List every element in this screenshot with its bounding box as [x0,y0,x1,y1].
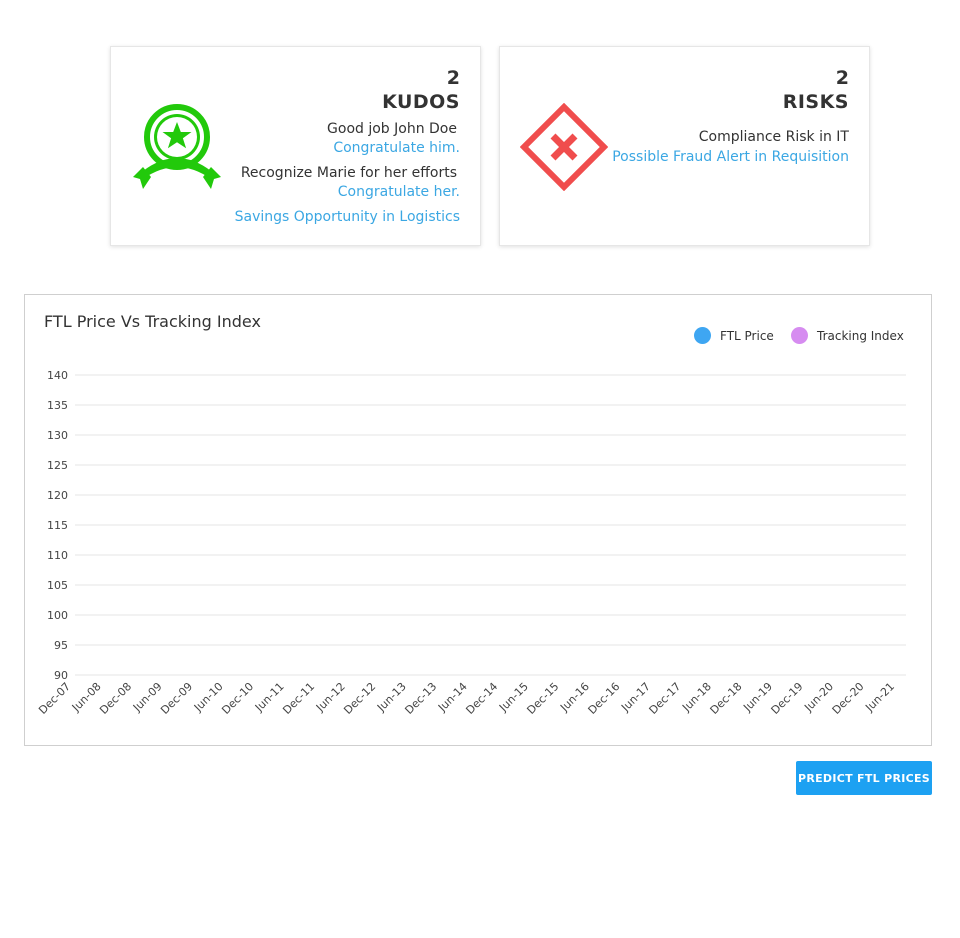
kudos-card: 2 KUDOS Good job John Doe Congratulate h… [110,46,481,246]
x-tick-label: Dec-17 [647,680,684,717]
y-tick-label: 130 [47,429,68,442]
x-tick-label: Dec-12 [341,680,378,717]
x-tick-label: Dec-07 [36,680,73,717]
warning-diamond-x-icon [520,103,608,191]
y-tick-label: 125 [47,459,68,472]
savings-opportunity-link[interactable]: Savings Opportunity in Logistics [235,209,460,225]
y-tick-label: 115 [47,519,68,532]
x-tick-label: Dec-19 [769,680,806,717]
x-tick-label: Dec-13 [402,680,439,717]
risks-count: 2 [835,67,849,89]
risk-item-text: Compliance Risk in IT [698,129,849,145]
y-tick-label: 95 [54,639,68,652]
y-tick-label: 135 [47,399,68,412]
x-tick-label: Dec-16 [585,680,622,717]
x-tick-label: Jun-21 [862,680,897,715]
chart-plot: 140 135 130 125 120 115 110 105 100 95 90Dec-07 Jun… [36,369,906,717]
x-tick-label: Dec-09 [158,680,195,717]
y-tick-label: 90 [54,669,68,682]
y-tick-label: 105 [47,579,68,592]
congratulate-link[interactable]: Congratulate her. [338,184,460,200]
x-tick-label: Dec-08 [97,680,134,717]
risks-card: 2 RISKS Compliance Risk in IT Possible F… [499,46,870,246]
y-tick-label: 100 [47,609,68,622]
kudos-count: 2 [446,67,460,89]
chart-panel: FTL Price Vs Tracking Index FTL Price Tr… [24,294,932,746]
award-ribbon-icon [133,104,221,189]
kudos-item-text: Good job John Doe [327,121,457,137]
y-tick-label: 120 [47,489,68,502]
x-tick-label: Dec-18 [708,680,745,717]
predict-ftl-prices-button[interactable]: PREDICT FTL PRICES [796,761,932,795]
kudos-title: KUDOS [382,91,460,113]
congratulate-link[interactable]: Congratulate him. [333,140,460,156]
risks-title: RISKS [782,91,849,113]
x-tick-label: Dec-20 [830,680,867,717]
kudos-item-text: Recognize Marie for her efforts [240,165,457,181]
fraud-alert-link[interactable]: Possible Fraud Alert in Requisition [612,149,849,165]
y-tick-label: 110 [47,549,68,562]
x-tick-label: Dec-11 [280,680,317,717]
x-tick-label: Dec-15 [524,680,561,717]
x-tick-label: Dec-10 [219,680,256,717]
y-tick-label: 140 [47,369,68,382]
x-tick-label: Dec-14 [463,680,500,717]
